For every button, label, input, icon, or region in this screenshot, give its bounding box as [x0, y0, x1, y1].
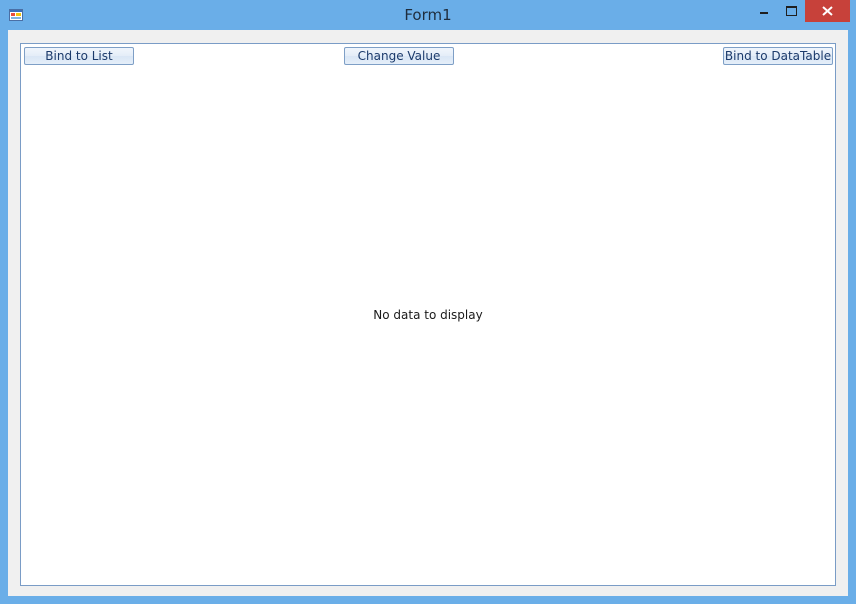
minimize-button[interactable]	[751, 0, 777, 22]
change-value-button[interactable]: Change Value	[344, 47, 454, 65]
window-title: Form1	[404, 6, 452, 24]
form-window: Form1 Bind to List Change Value Bind to …	[0, 0, 856, 604]
form-client-area: Bind to List Change Value Bind to DataTa…	[8, 30, 848, 596]
close-icon	[822, 6, 833, 16]
empty-grid-message: No data to display	[373, 308, 483, 322]
bind-to-datatable-button[interactable]: Bind to DataTable	[723, 47, 833, 65]
bind-to-list-button[interactable]: Bind to List	[24, 47, 134, 65]
maximize-button[interactable]	[778, 0, 804, 22]
title-bar[interactable]: Form1	[0, 0, 856, 30]
data-grid-panel[interactable]: Bind to List Change Value Bind to DataTa…	[20, 43, 836, 586]
close-button[interactable]	[805, 0, 850, 22]
